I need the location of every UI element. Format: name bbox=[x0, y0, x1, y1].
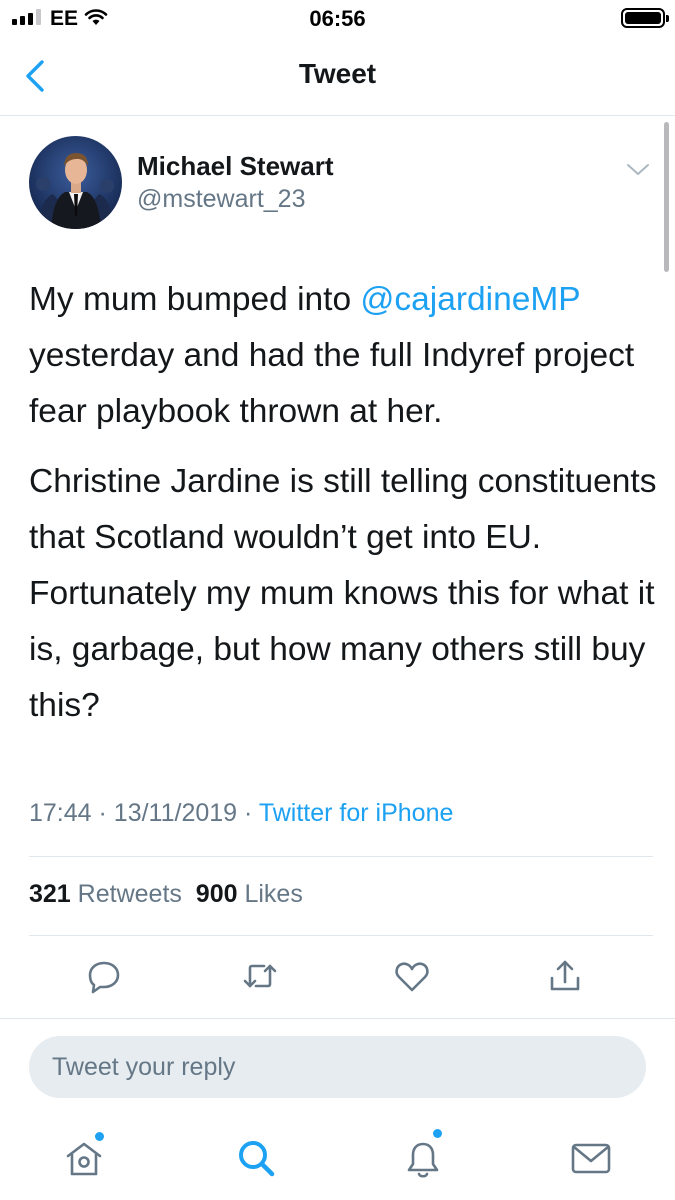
tweet-stats: 321 Retweets 900 Likes bbox=[29, 880, 303, 909]
like-icon[interactable] bbox=[392, 956, 432, 996]
tweet-paragraph-1: My mum bumped into @cajardineMP yesterda… bbox=[29, 272, 659, 440]
tweet-source-link[interactable]: Twitter for iPhone bbox=[259, 799, 454, 827]
notifications-dot bbox=[433, 1129, 442, 1138]
tweet-time: 17:44 bbox=[29, 799, 92, 827]
tweet-actions bbox=[0, 950, 675, 1006]
retweet-icon[interactable] bbox=[240, 956, 280, 996]
author-handle[interactable]: @mstewart_23 bbox=[137, 185, 306, 214]
tweet-text-prefix: My mum bumped into bbox=[29, 281, 361, 318]
search-icon[interactable] bbox=[232, 1134, 280, 1182]
home-icon[interactable] bbox=[60, 1134, 108, 1182]
battery-icon bbox=[621, 8, 669, 28]
meta-separator: · bbox=[98, 799, 107, 827]
tweet-date: 13/11/2019 bbox=[113, 799, 238, 827]
retweets-label: Retweets bbox=[77, 880, 182, 908]
status-bar: EE 06:56 bbox=[0, 0, 675, 40]
reply-placeholder: Tweet your reply bbox=[52, 1053, 236, 1081]
status-time: 06:56 bbox=[309, 6, 366, 31]
divider bbox=[0, 1018, 675, 1019]
avatar[interactable] bbox=[29, 136, 122, 229]
home-notification-dot bbox=[95, 1132, 104, 1141]
mention-link[interactable]: @cajardineMP bbox=[360, 281, 580, 318]
tab-bar bbox=[0, 1118, 675, 1200]
nav-bar: Tweet bbox=[0, 40, 675, 116]
share-icon[interactable] bbox=[545, 956, 585, 996]
tweet-paragraph-2: Christine Jardine is still telling const… bbox=[29, 463, 657, 724]
scroll-indicator bbox=[664, 122, 669, 272]
reply-icon[interactable] bbox=[84, 956, 124, 996]
likes-stat[interactable]: 900 Likes bbox=[196, 880, 303, 908]
page-title: Tweet bbox=[298, 58, 377, 89]
messages-icon[interactable] bbox=[567, 1134, 615, 1182]
author-name[interactable]: Michael Stewart bbox=[137, 151, 334, 182]
reply-input[interactable]: Tweet your reply bbox=[29, 1036, 646, 1098]
chevron-down-icon[interactable] bbox=[624, 160, 652, 180]
retweets-count: 321 bbox=[29, 880, 71, 908]
tweet-text: My mum bumped into @cajardineMP yesterda… bbox=[29, 272, 659, 748]
likes-label: Likes bbox=[244, 880, 303, 908]
divider bbox=[29, 935, 653, 936]
tweet-text-suffix: yesterday and had the full Indyref proje… bbox=[29, 337, 635, 430]
divider bbox=[29, 856, 653, 857]
retweets-stat[interactable]: 321 Retweets bbox=[29, 880, 182, 908]
likes-count: 900 bbox=[195, 880, 238, 908]
meta-separator: · bbox=[244, 799, 253, 827]
notifications-icon[interactable] bbox=[399, 1134, 447, 1182]
tweet-meta: 17:44 · 13/11/2019 · Twitter for iPhone bbox=[29, 799, 453, 828]
